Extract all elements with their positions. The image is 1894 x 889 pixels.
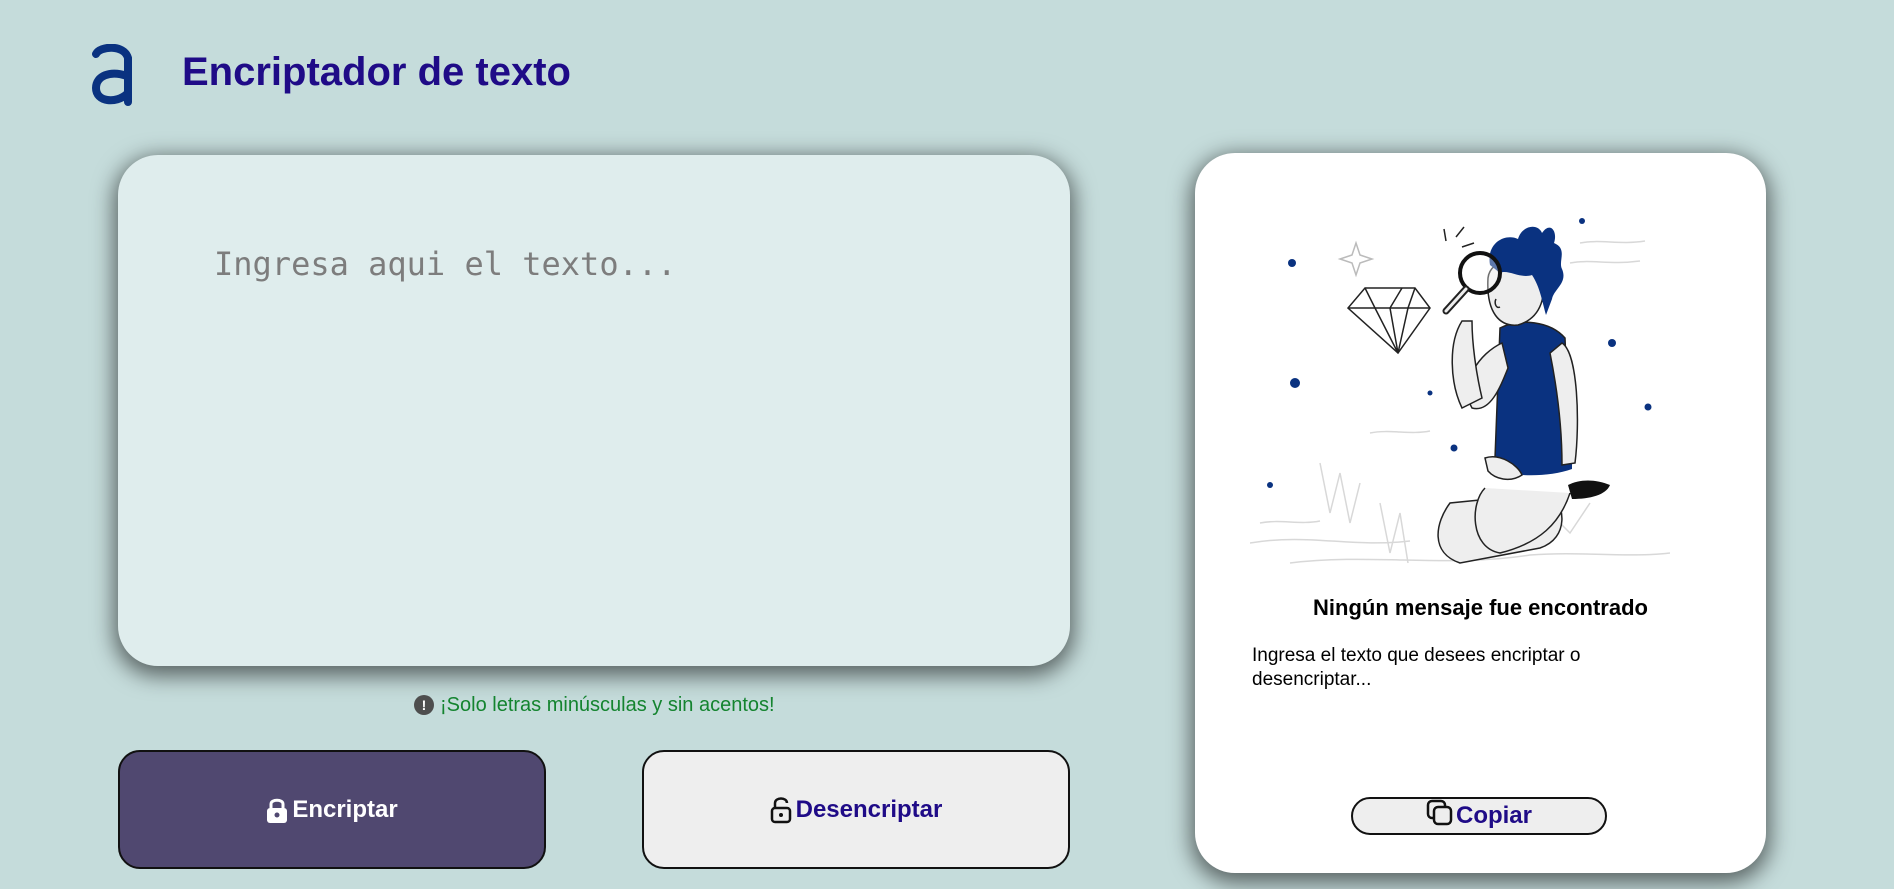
lock-icon <box>266 796 288 824</box>
no-message-title: Ningún mensaje fue encontrado <box>1313 595 1648 620</box>
decrypt-button[interactable]: Desencriptar <box>642 750 1070 869</box>
no-message-description: Ingresa el texto que desees encriptar o … <box>1252 645 1581 690</box>
encrypt-button-label: Encriptar <box>292 795 398 823</box>
copy-button-label: Copiar <box>1455 802 1532 829</box>
encrypt-button[interactable]: Encriptar <box>118 750 546 869</box>
input-hint: ! ¡Solo letras minúsculas y sin acentos! <box>414 692 775 718</box>
decrypt-button-label: Desencriptar <box>795 795 943 823</box>
unlock-icon <box>770 796 792 824</box>
output-card: Ningún mensaje fue encontrado Ingresa el… <box>1195 153 1766 873</box>
copy-button[interactable]: Copiar <box>1351 797 1607 835</box>
logo-icon <box>90 43 134 106</box>
page-title: Encriptador de texto <box>182 50 571 94</box>
text-input[interactable] <box>214 245 994 625</box>
person-magnifying-glass-illustration <box>1249 203 1671 583</box>
exclamation-circle-icon: ! <box>414 695 434 715</box>
copy-icon <box>1426 799 1454 834</box>
text-input-card <box>118 155 1070 666</box>
hint-text: ¡Solo letras minúsculas y sin acentos! <box>440 693 775 716</box>
